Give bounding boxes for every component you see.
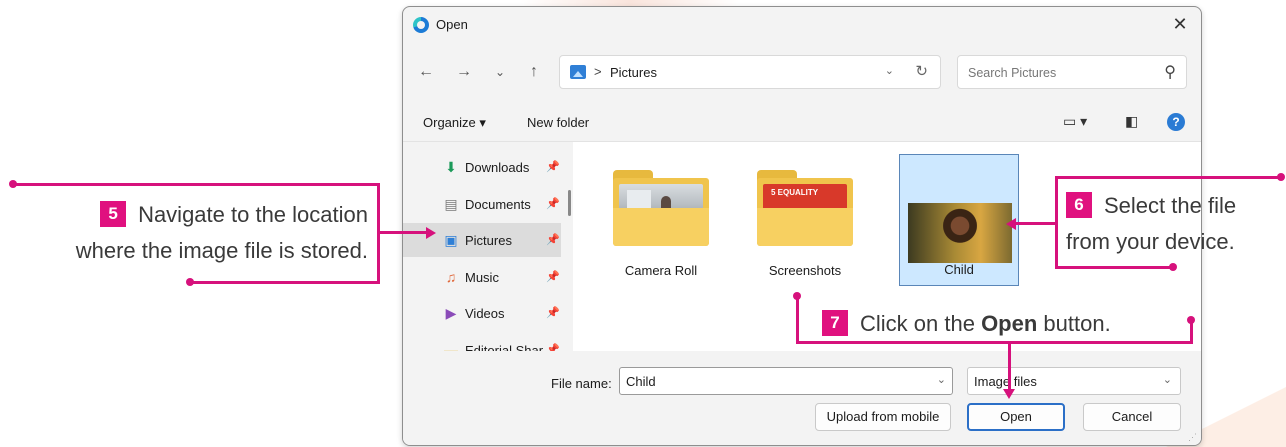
sidebar-item-music[interactable]: ♫ Music 📌 bbox=[403, 260, 561, 294]
callout-5-dot-left bbox=[9, 180, 17, 188]
callout-6-top-line bbox=[1055, 176, 1281, 179]
callout-6-arrowhead bbox=[1006, 218, 1016, 230]
callout-5-line1: 5 Navigate to the location bbox=[36, 197, 368, 233]
browser-app-icon bbox=[413, 17, 429, 33]
callout-5-line2: where the image file is stored. bbox=[75, 238, 368, 263]
file-item-label: Child bbox=[944, 262, 974, 277]
pin-icon: 📌 bbox=[546, 234, 560, 246]
folder-icon: 5 EQUALITY bbox=[757, 170, 853, 246]
search-icon[interactable]: ⚲ bbox=[1164, 62, 1176, 82]
sidebar-item-videos[interactable]: ▶ Videos 📌 bbox=[403, 296, 561, 330]
navigation-pane: ⬇ Downloads 📌 ▤ Documents 📌 ▣ Pictures 📌 ♫ Music 📌 ▶… bbox=[403, 142, 573, 358]
callout-5-arrowhead bbox=[426, 227, 436, 239]
file-item-screenshots[interactable]: 5 EQUALITY Screenshots bbox=[745, 154, 865, 286]
callout-5-dot-bottom bbox=[186, 278, 194, 286]
callout-5-arrow-line bbox=[380, 231, 428, 234]
title-bar: Open ✕ bbox=[403, 7, 1201, 43]
videos-icon: ▶ bbox=[445, 305, 457, 321]
command-bar: Organize ▾ New folder ▭ ▾ ◧ ? bbox=[403, 105, 1201, 141]
callout-7-number: 7 bbox=[822, 310, 848, 337]
pin-icon: 📌 bbox=[546, 270, 560, 283]
document-icon: ▤ bbox=[444, 195, 458, 212]
upload-from-mobile-button[interactable]: Upload from mobile bbox=[815, 403, 951, 431]
sidebar-item-label: Videos bbox=[465, 306, 505, 321]
callout-7-text: 7 Click on the Open button. bbox=[822, 306, 1182, 342]
callout-6-text: 6 Select the file from your device. bbox=[1066, 188, 1278, 260]
forward-arrow-icon[interactable]: → bbox=[453, 61, 475, 83]
callout-7-arrow-line bbox=[1008, 343, 1011, 391]
callout-5-top-line bbox=[13, 183, 379, 186]
organize-button[interactable]: Organize ▾ bbox=[423, 115, 486, 131]
image-thumbnail bbox=[908, 203, 1012, 263]
callout-6-line1: 6 Select the file bbox=[1066, 188, 1278, 224]
callout-6-bottom-line bbox=[1055, 266, 1173, 269]
resize-grip-icon[interactable]: ⋰ bbox=[1188, 432, 1197, 443]
pictures-location-icon bbox=[570, 65, 586, 79]
file-type-select[interactable]: Image files ⌄ bbox=[967, 367, 1181, 395]
pictures-icon: ▣ bbox=[444, 232, 458, 248]
file-name-dropdown-icon[interactable]: ⌄ bbox=[937, 373, 946, 386]
change-view-icon[interactable]: ▭ ▾ bbox=[1063, 113, 1087, 130]
callout-6-number: 6 bbox=[1066, 192, 1092, 219]
pin-icon: 📌 bbox=[546, 161, 560, 173]
search-input[interactable]: Search Pictures bbox=[968, 66, 1056, 80]
folder-icon bbox=[613, 170, 709, 246]
sidebar-scrollbar[interactable] bbox=[568, 190, 571, 216]
callout-6-dot-bottom bbox=[1169, 263, 1177, 271]
folder-thumbnail-text: 5 EQUALITY bbox=[771, 188, 819, 197]
file-type-dropdown-icon[interactable]: ⌄ bbox=[1163, 373, 1172, 386]
pin-icon: 📌 bbox=[546, 197, 560, 210]
refresh-icon[interactable]: ↻ bbox=[915, 62, 928, 80]
new-folder-button[interactable]: New folder bbox=[527, 115, 589, 130]
close-icon[interactable]: ✕ bbox=[1167, 11, 1193, 37]
search-box[interactable]: Search Pictures ⚲ bbox=[957, 55, 1187, 89]
callout-7-left-line bbox=[796, 296, 799, 344]
up-arrow-icon[interactable]: ↑ bbox=[523, 61, 545, 83]
callout-7-arrowhead bbox=[1003, 389, 1015, 399]
file-item-label: Screenshots bbox=[768, 263, 842, 278]
sidebar-item-label: Music bbox=[465, 269, 499, 285]
callout-5-number: 5 bbox=[100, 201, 127, 228]
file-item-camera-roll[interactable]: Camera Roll bbox=[601, 154, 721, 286]
open-button[interactable]: Open bbox=[967, 403, 1065, 431]
file-item-label: Camera Roll bbox=[624, 263, 698, 278]
callout-7-dot-left bbox=[793, 292, 801, 300]
callout-6-arrow-line bbox=[1016, 222, 1056, 225]
breadcrumb-separator-icon: > bbox=[594, 64, 602, 79]
callout-5-text: 5 Navigate to the location where the imag… bbox=[36, 197, 368, 269]
file-name-value[interactable]: Child bbox=[626, 374, 656, 389]
sidebar-item-label: Documents bbox=[465, 196, 531, 212]
address-dropdown-icon[interactable]: ⌄ bbox=[885, 64, 894, 77]
dialog-footer: File name: Child ⌄ Image files ⌄ Upload … bbox=[403, 351, 1201, 445]
preview-pane-icon[interactable]: ◧ bbox=[1125, 113, 1138, 130]
callout-6-line1-text: Select the file bbox=[1104, 193, 1237, 218]
callout-5-bottom-line bbox=[190, 281, 380, 284]
pin-icon: 📌 bbox=[546, 307, 560, 319]
callout-7-pre: Click on the bbox=[860, 311, 982, 336]
music-icon: ♫ bbox=[445, 268, 457, 285]
sidebar-item-label: Downloads bbox=[465, 160, 530, 175]
recent-locations-chevron-icon[interactable]: ⌄ bbox=[489, 61, 511, 83]
cancel-button[interactable]: Cancel bbox=[1083, 403, 1181, 431]
dialog-title: Open bbox=[436, 17, 468, 32]
back-arrow-icon[interactable]: ← bbox=[415, 61, 437, 83]
callout-6-dot-right bbox=[1277, 173, 1285, 181]
callout-7-bold: Open bbox=[981, 311, 1038, 336]
file-item-child[interactable]: Child bbox=[899, 154, 1019, 286]
sidebar-item-documents[interactable]: ▤ Documents 📌 bbox=[403, 187, 561, 221]
callout-6-line2: from your device. bbox=[1066, 229, 1235, 254]
file-type-value: Image files bbox=[974, 374, 1037, 389]
callout-7-post: button. bbox=[1037, 311, 1111, 336]
file-name-field[interactable]: Child ⌄ bbox=[619, 367, 953, 395]
navigation-bar: ← → ⌄ ↑ > Pictures ⌄ ↻ Search Pictures ⚲ bbox=[403, 53, 1201, 93]
file-name-label: File name: bbox=[551, 376, 612, 391]
callout-5-line1-text: Navigate to the location bbox=[138, 202, 368, 227]
address-bar[interactable]: > Pictures ⌄ ↻ bbox=[559, 55, 941, 89]
sidebar-item-downloads[interactable]: ⬇ Downloads 📌 bbox=[403, 150, 561, 184]
breadcrumb-pictures[interactable]: Pictures bbox=[610, 65, 657, 80]
callout-7-dot-right bbox=[1187, 316, 1195, 324]
sidebar-item-label: Pictures bbox=[465, 233, 512, 248]
help-icon[interactable]: ? bbox=[1167, 113, 1185, 131]
download-icon: ⬇ bbox=[445, 159, 457, 175]
